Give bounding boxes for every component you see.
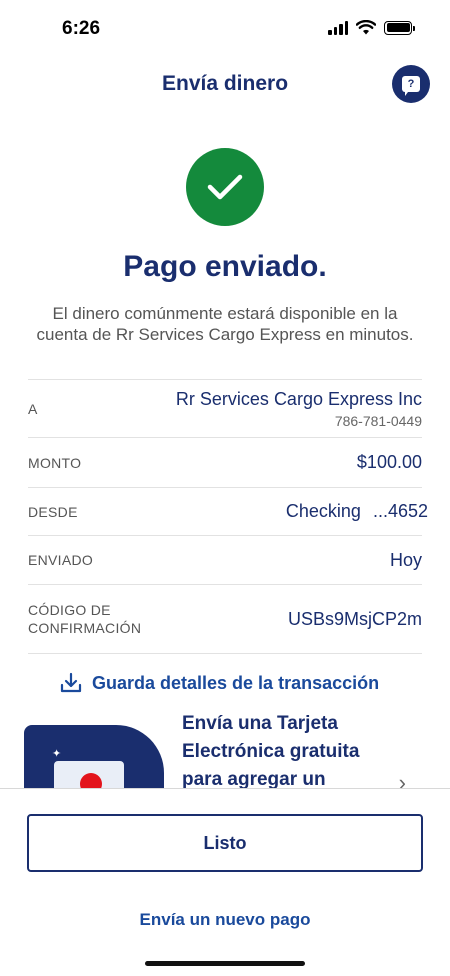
done-button[interactable]: Listo bbox=[27, 814, 423, 872]
confirmation-label: CÓDIGO DE CONFIRMACIÓN bbox=[28, 602, 142, 636]
promo-text: Envía una Tarjeta Electrónica gratuita p… bbox=[182, 713, 360, 790]
status-bar: 6:26 bbox=[0, 0, 450, 60]
page-title: Envía dinero bbox=[161, 72, 289, 95]
help-chat-icon: ? bbox=[402, 76, 420, 96]
status-time: 6:26 bbox=[62, 18, 101, 39]
sent-value: Hoy bbox=[389, 549, 422, 570]
signal-icon bbox=[328, 20, 348, 35]
wifi-icon bbox=[356, 20, 376, 35]
amount-value: $100.00 bbox=[356, 452, 422, 472]
ecard-promo[interactable]: ✦ Envía una Tarjeta Electrónica gratuita… bbox=[22, 710, 430, 790]
detail-row-confirmation: CÓDIGO DE CONFIRMACIÓN USBs9MsjCP2m bbox=[28, 584, 422, 654]
checkmark-icon bbox=[207, 174, 243, 200]
save-details-label: Guarda detalles de la transacción bbox=[92, 672, 380, 693]
detail-row-sent: ENVIADO Hoy bbox=[28, 535, 422, 584]
result-headline: Pago enviado. bbox=[123, 250, 327, 283]
from-value: Checking ...4652 bbox=[286, 501, 428, 522]
bottom-action-bar: Listo Envía un nuevo pago bbox=[0, 788, 450, 976]
success-icon bbox=[186, 148, 264, 226]
recipient-phone: 786-781-0449 bbox=[334, 412, 422, 429]
download-icon bbox=[60, 672, 82, 693]
help-button[interactable]: ? bbox=[392, 65, 430, 103]
chevron-right-icon: › bbox=[398, 770, 406, 790]
amount-label: MONTO bbox=[28, 454, 82, 471]
recipient-label: A bbox=[28, 400, 38, 417]
status-icons bbox=[328, 20, 415, 35]
ecard-illustration: ✦ bbox=[24, 725, 164, 790]
recipient-name: Rr Services Cargo Express Inc bbox=[175, 388, 422, 409]
detail-row-amount: MONTO $100.00 bbox=[28, 437, 422, 487]
home-indicator bbox=[145, 961, 305, 966]
transaction-details: A Rr Services Cargo Express Inc 786-781-… bbox=[28, 379, 428, 654]
save-details-link[interactable]: Guarda detalles de la transacción bbox=[60, 672, 379, 694]
battery-icon bbox=[384, 20, 415, 35]
confirmation-value: USBs9MsjCP2m bbox=[287, 608, 422, 629]
detail-row-from: DESDE Checking ...4652 bbox=[28, 487, 428, 535]
new-payment-link[interactable]: Envía un nuevo pago bbox=[0, 910, 450, 930]
from-label: DESDE bbox=[28, 503, 78, 520]
sent-label: ENVIADO bbox=[28, 552, 94, 568]
sparkle-icon: ✦ bbox=[52, 748, 62, 760]
from-account: Checking bbox=[285, 501, 361, 521]
detail-row-recipient: A Rr Services Cargo Express Inc 786-781-… bbox=[28, 379, 422, 437]
from-last4: ...4652 bbox=[372, 501, 428, 521]
header: Envía dinero ? bbox=[0, 62, 450, 106]
result-message: El dinero comúnmente estará disponible e… bbox=[36, 304, 414, 344]
